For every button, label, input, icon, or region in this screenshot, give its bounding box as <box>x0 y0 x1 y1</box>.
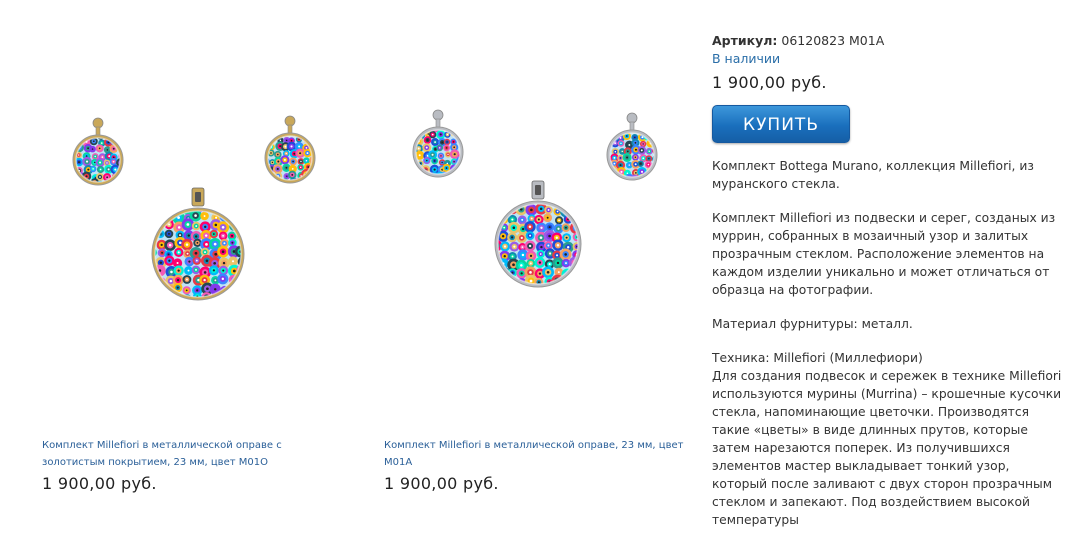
jewelry-set-image <box>412 109 658 288</box>
product-image[interactable] <box>0 0 330 420</box>
description-material: Материал фурнитуры: металл. <box>712 317 913 331</box>
sku: Артикул: 06120823 M01A <box>712 33 1062 49</box>
product-price: 1 900,00 руб. <box>384 474 499 493</box>
product-card: Комплект Millefiori в металлической опра… <box>0 0 330 497</box>
description-intro: Комплект Bottega Murano, коллекция Mille… <box>712 159 1034 191</box>
earring-left-icon <box>72 117 124 186</box>
jewelry-set-image <box>72 115 316 301</box>
main-price: 1 900,00 руб. <box>712 73 827 92</box>
product-card: Комплект Millefiori в металлической опра… <box>342 0 683 497</box>
stock-status: В наличии <box>712 51 781 66</box>
earring-right-icon <box>606 112 658 181</box>
pendant-icon <box>151 187 245 301</box>
earring-right-icon <box>264 115 316 184</box>
buy-button[interactable]: КУПИТЬ <box>712 105 850 143</box>
sku-label: Артикул: <box>712 33 778 48</box>
product-price: 1 900,00 руб. <box>42 474 157 493</box>
description-composition: Комплект Millefiori из подвески и серег,… <box>712 211 1056 297</box>
product-title-link[interactable]: Комплект Millefiori в металлической опра… <box>384 437 684 471</box>
pendant-icon <box>494 180 582 288</box>
product-details: Артикул: 06120823 M01A В наличии 1 900,0… <box>712 33 1062 545</box>
product-image[interactable] <box>342 0 672 420</box>
earring-left-icon <box>412 109 464 178</box>
product-title-link[interactable]: Комплект Millefiori в металлической опра… <box>42 437 342 471</box>
technique-title: Техника: Millefiori (Миллефиори) <box>712 351 923 365</box>
sku-value: 06120823 M01A <box>781 33 885 48</box>
product-description: Комплект Bottega Murano, коллекция Mille… <box>712 157 1062 529</box>
technique-text: Для создания подвесок и сережек в техник… <box>712 369 1062 527</box>
